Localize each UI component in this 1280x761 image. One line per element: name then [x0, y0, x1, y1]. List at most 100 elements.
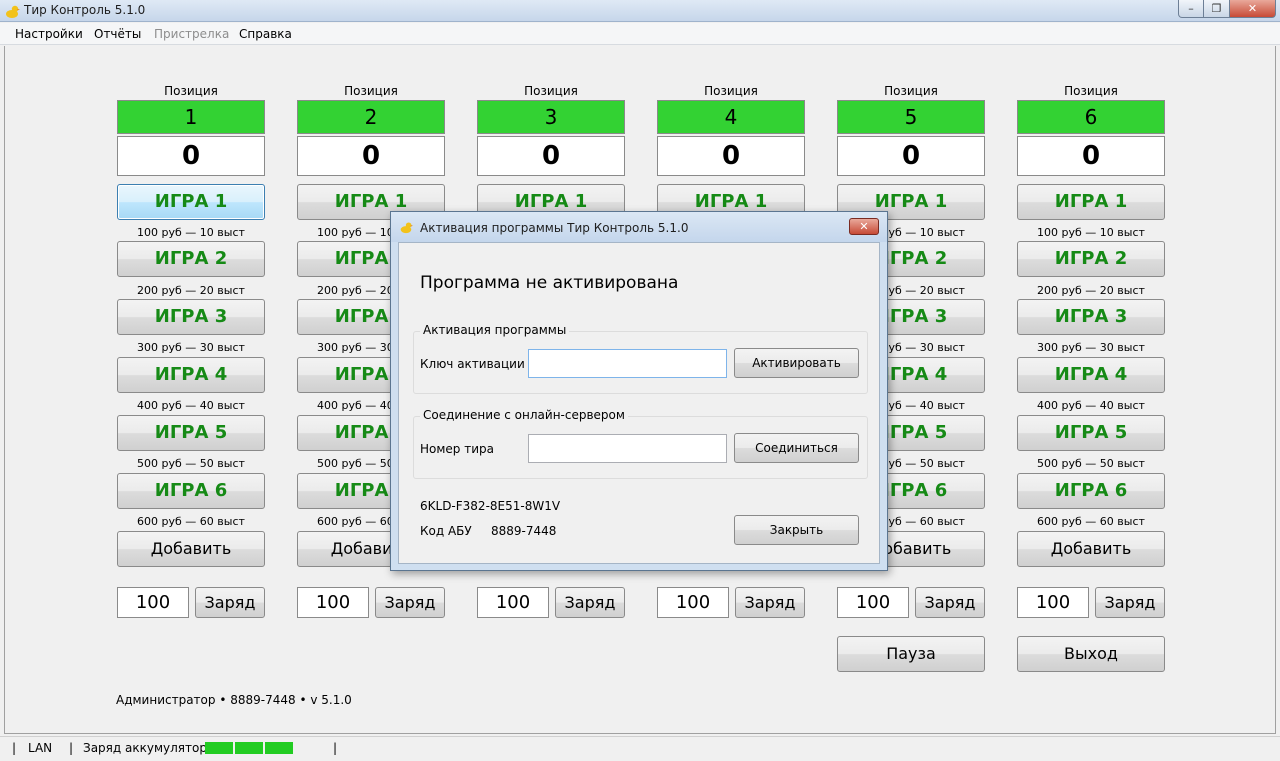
activate-button[interactable]: Активировать [734, 348, 859, 378]
score-display: 0 [477, 136, 625, 176]
minimize-button[interactable]: – [1178, 0, 1204, 18]
window-controls: – ❐ ✕ [1178, 0, 1276, 18]
status-separator: | [69, 741, 74, 755]
game-4-button[interactable]: ИГРА 4 [1017, 357, 1165, 393]
charge-value: 100 [297, 587, 369, 618]
game-4-price: 400 руб — 40 выст [1037, 399, 1145, 412]
game-2-price: 200 руб — 20 выст [137, 284, 245, 297]
game-6-price: 600 руб — 60 выст [137, 515, 245, 528]
position-label: Позиция [524, 84, 578, 98]
window-title: Тир Контроль 5.1.0 [24, 3, 146, 17]
game-1-button[interactable]: ИГРА 1 [117, 184, 265, 220]
position-label: Позиция [164, 84, 218, 98]
menu-help[interactable]: Справка [239, 27, 292, 41]
duck-icon [6, 5, 20, 18]
range-number-label: Номер тира [420, 442, 494, 456]
menu-reports[interactable]: Отчёты [94, 27, 141, 41]
score-display: 0 [117, 136, 265, 176]
game-3-price: 300 руб — 30 выст [137, 341, 245, 354]
minimize-icon: – [1188, 2, 1194, 15]
charge-value: 100 [837, 587, 909, 618]
position-number: 3 [477, 100, 625, 134]
charge-button[interactable]: Заряд [735, 587, 805, 618]
game-4-button[interactable]: ИГРА 4 [117, 357, 265, 393]
close-button[interactable]: ✕ [1230, 0, 1276, 18]
score-display: 0 [297, 136, 445, 176]
game-1-price: 100 руб — 10 выст [137, 226, 245, 239]
charge-button[interactable]: Заряд [915, 587, 985, 618]
pause-button[interactable]: Пауза [837, 636, 985, 672]
charge-button[interactable]: Заряд [195, 587, 265, 618]
close-icon: ✕ [859, 220, 869, 233]
window-titlebar: Тир Контроль 5.1.0 – ❐ ✕ [0, 0, 1280, 22]
charge-button[interactable]: Заряд [555, 587, 625, 618]
dialog-titlebar: Активация программы Тир Контроль 5.1.0 ✕ [391, 212, 887, 242]
activation-group-label: Активация программы [420, 323, 570, 337]
user-info: Администратор • 8889-7448 • v 5.1.0 [116, 693, 352, 707]
game-6-price: 600 руб — 60 выст [1037, 515, 1145, 528]
position-number: 2 [297, 100, 445, 134]
charge-button[interactable]: Заряд [1095, 587, 1165, 618]
game-5-button[interactable]: ИГРА 5 [117, 415, 265, 451]
game-4-price: 400 руб — 40 выст [137, 399, 245, 412]
charge-value: 100 [1017, 587, 1089, 618]
activation-dialog: Активация программы Тир Контроль 5.1.0 ✕… [390, 211, 888, 571]
dialog-close-button[interactable]: ✕ [849, 218, 879, 235]
maximize-button[interactable]: ❐ [1204, 0, 1230, 18]
position-number: 5 [837, 100, 985, 134]
connection-type: LAN [28, 741, 53, 755]
menu-zeroing[interactable]: Пристрелка [154, 27, 229, 41]
game-5-price: 500 руб — 50 выст [137, 457, 245, 470]
position-label: Позиция [704, 84, 758, 98]
connect-button[interactable]: Соединиться [734, 433, 859, 463]
dialog-title: Активация программы Тир Контроль 5.1.0 [420, 221, 689, 235]
game-6-button[interactable]: ИГРА 6 [1017, 473, 1165, 509]
game-3-button[interactable]: ИГРА 3 [117, 299, 265, 335]
dialog-body: Программа не активирована Активация прог… [398, 242, 880, 564]
duck-icon [400, 222, 413, 234]
range-number-input[interactable] [528, 434, 727, 463]
dialog-close-action-button[interactable]: Закрыть [734, 515, 859, 545]
charge-value: 100 [117, 587, 189, 618]
menu-bar: Настройки Отчёты Пристрелка Справка [0, 23, 1280, 45]
game-2-button[interactable]: ИГРА 2 [1017, 241, 1165, 277]
add-button[interactable]: Добавить [1017, 531, 1165, 567]
battery-label: Заряд аккумулятора: [83, 741, 219, 755]
score-display: 0 [657, 136, 805, 176]
game-2-price: 200 руб — 20 выст [1037, 284, 1145, 297]
add-button[interactable]: Добавить [117, 531, 265, 567]
position-label: Позиция [1064, 84, 1118, 98]
game-1-price: 100 руб — 10 выст [1037, 226, 1145, 239]
game-3-price: 300 руб — 30 выст [1037, 341, 1145, 354]
position-label: Позиция [884, 84, 938, 98]
status-separator: | [333, 741, 338, 755]
menu-settings[interactable]: Настройки [15, 27, 83, 41]
server-group-label: Соединение с онлайн-сервером [420, 408, 628, 422]
position-number: 1 [117, 100, 265, 134]
close-icon: ✕ [1247, 2, 1258, 15]
game-6-button[interactable]: ИГРА 6 [117, 473, 265, 509]
game-1-button[interactable]: ИГРА 1 [1017, 184, 1165, 220]
charge-button[interactable]: Заряд [375, 587, 445, 618]
position-number: 4 [657, 100, 805, 134]
abu-code-label: Код АБУ [420, 524, 472, 538]
game-3-button[interactable]: ИГРА 3 [1017, 299, 1165, 335]
position-label: Позиция [344, 84, 398, 98]
game-5-price: 500 руб — 50 выст [1037, 457, 1145, 470]
battery-cell [235, 742, 263, 754]
charge-value: 100 [477, 587, 549, 618]
position-number: 6 [1017, 100, 1165, 134]
activation-key-label: Ключ активации [420, 357, 525, 371]
status-separator: | [12, 741, 17, 755]
battery-indicator [205, 742, 293, 754]
activation-key-input[interactable] [528, 349, 727, 378]
game-2-button[interactable]: ИГРА 2 [117, 241, 265, 277]
battery-cell [205, 742, 233, 754]
exit-button[interactable]: Выход [1017, 636, 1165, 672]
game-5-button[interactable]: ИГРА 5 [1017, 415, 1165, 451]
status-bar: | LAN | Заряд аккумулятора: | [0, 736, 1280, 761]
score-display: 0 [1017, 136, 1165, 176]
battery-cell [265, 742, 293, 754]
restore-icon: ❐ [1211, 2, 1222, 15]
score-display: 0 [837, 136, 985, 176]
